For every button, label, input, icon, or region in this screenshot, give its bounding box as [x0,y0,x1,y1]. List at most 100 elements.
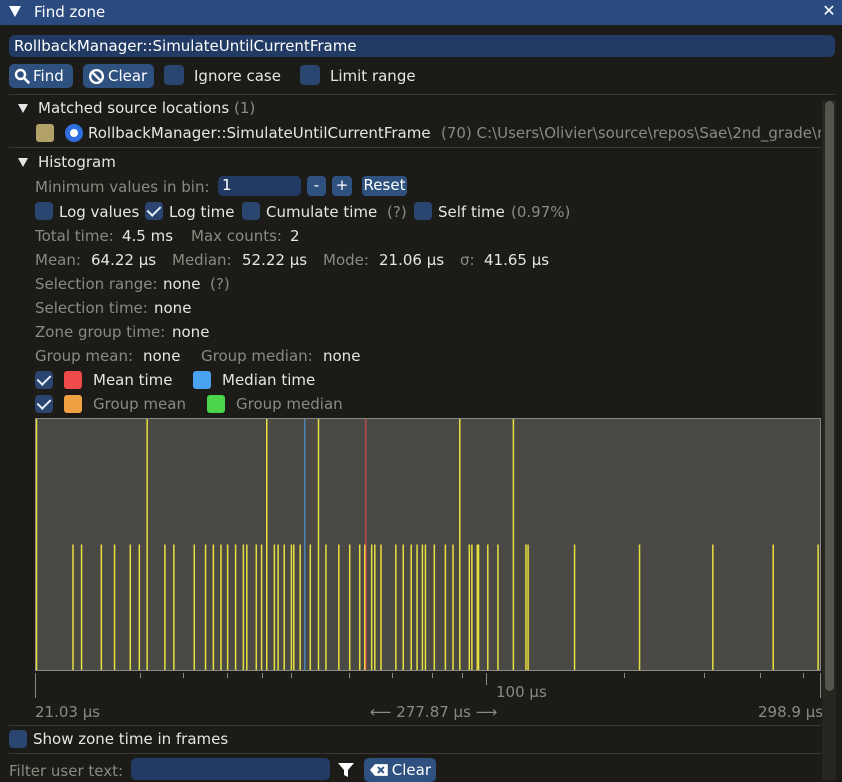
ignore-case-checkbox[interactable] [164,65,184,85]
cumulate-time-help[interactable]: (?) [387,203,407,221]
sigma-value: 41.65 µs [484,251,550,269]
matched-count: (1) [233,99,256,117]
histogram-bar [129,544,132,671]
cumulate-time-checkbox[interactable] [242,202,260,220]
source-location-radio[interactable] [65,124,83,142]
source-color-swatch [36,124,54,142]
axis-tick [704,673,705,678]
clear-search-button[interactable]: Clear [83,64,154,88]
group-toggle-checkbox[interactable] [35,395,53,413]
self-time-checkbox[interactable] [414,202,432,220]
source-location-path: (70) C:\Users\Olivier\source\repos\Sae\2… [441,124,821,142]
filter-icon[interactable] [337,762,355,778]
mean-time-swatch [64,371,82,389]
median-label: Median: [172,251,232,269]
vertical-scrollbar[interactable] [822,100,836,780]
self-time-percent: (0.97%) [511,203,571,221]
histogram-bar [309,544,312,671]
window-titlebar: Find zone ✕ [0,0,842,25]
histogram-bar [433,544,436,671]
zone-group-time-label: Zone group time: [35,323,166,341]
histogram-bar [374,544,376,671]
axis-tick [803,673,804,678]
histogram-bar [487,544,489,671]
axis-range-label: 277.87 µs [396,703,471,721]
axis-tick [227,673,228,678]
collapse-triangle-icon[interactable] [9,6,21,17]
self-time-label: Self time [438,203,505,221]
axis-tick [262,673,263,678]
histogram-bar [424,544,427,671]
mean-label: Mean: [35,251,81,269]
histogram-bar [358,544,361,671]
histogram-bar [146,418,148,671]
show-frames-label: Show zone time in frames [33,730,229,748]
min-values-input[interactable]: 1 [218,176,301,196]
histogram-bar [459,418,461,671]
selection-time-value: none [154,299,192,317]
histogram-bar [468,544,471,671]
axis-tick [432,673,433,678]
histogram-bar [260,544,263,671]
matched-heading[interactable]: Matched source locations (1) [38,99,255,117]
axis-min-label: 21.03 µs [35,703,101,721]
min-values-decrement-button[interactable]: - [307,176,326,196]
mode-value: 21.06 µs [379,251,445,269]
group-mean-swatch [64,395,82,413]
reset-button[interactable]: Reset [362,176,407,196]
histogram-bar [444,544,447,671]
show-frames-checkbox[interactable] [9,730,27,748]
histogram-bar [817,544,819,671]
mean-value: 64.22 µs [91,251,157,269]
cumulate-time-label: Cumulate time [266,203,378,221]
log-time-checkbox[interactable] [145,202,163,220]
histogram-plot[interactable] [35,418,821,671]
histogram-heading[interactable]: Histogram [38,153,116,171]
mean-time-legend: Mean time [93,371,173,389]
min-values-increment-button[interactable]: + [332,176,352,196]
close-icon[interactable]: ✕ [820,1,838,21]
histogram-bar [380,544,382,671]
group-mean-label: Group mean: [35,347,134,365]
axis-tick [349,673,350,678]
histogram-bar [266,418,268,671]
sigma-label: σ: [460,251,475,269]
histogram-bar [338,544,340,671]
histogram-bar [277,544,279,671]
histogram-bar [113,544,116,671]
source-location-name[interactable]: RollbackManager::SimulateUntilCurrentFra… [88,124,431,142]
axis-tick [392,673,393,678]
histogram-bar [212,544,215,671]
zone-search-input[interactable]: RollbackManager::SimulateUntilCurrentFra… [9,35,835,57]
histogram-bar [410,544,412,671]
mean-median-toggle-checkbox[interactable] [35,371,53,389]
scrollbar-thumb[interactable] [825,101,834,691]
histogram-bar [416,544,418,671]
filter-user-text-input[interactable] [131,758,330,780]
filter-clear-label: Clear [391,761,431,779]
selection-range-help[interactable]: (?) [210,275,230,293]
limit-range-checkbox[interactable] [300,65,320,85]
histogram-bar [283,544,285,671]
histogram-bar [273,544,276,671]
filter-clear-button[interactable]: Clear [364,758,436,782]
histogram-bar [573,544,576,671]
histogram-bar [80,544,83,671]
histogram-collapse-icon[interactable] [18,158,28,167]
max-counts-value: 2 [290,227,300,245]
matched-collapse-icon[interactable] [18,104,28,113]
median-time-legend: Median time [222,371,316,389]
group-median-label: Group median: [201,347,313,365]
histogram-bar [512,418,515,671]
axis-tick [140,673,141,678]
histogram-bar [395,544,397,671]
find-button[interactable]: Find [9,64,73,88]
divider [9,94,835,95]
histogram-background [35,418,821,671]
clear-button-label: Clear [108,67,148,85]
divider [9,147,821,148]
histogram-bar [293,544,295,671]
histogram-bar [234,544,237,671]
group-median-swatch [207,395,225,413]
log-values-checkbox[interactable] [35,202,53,220]
